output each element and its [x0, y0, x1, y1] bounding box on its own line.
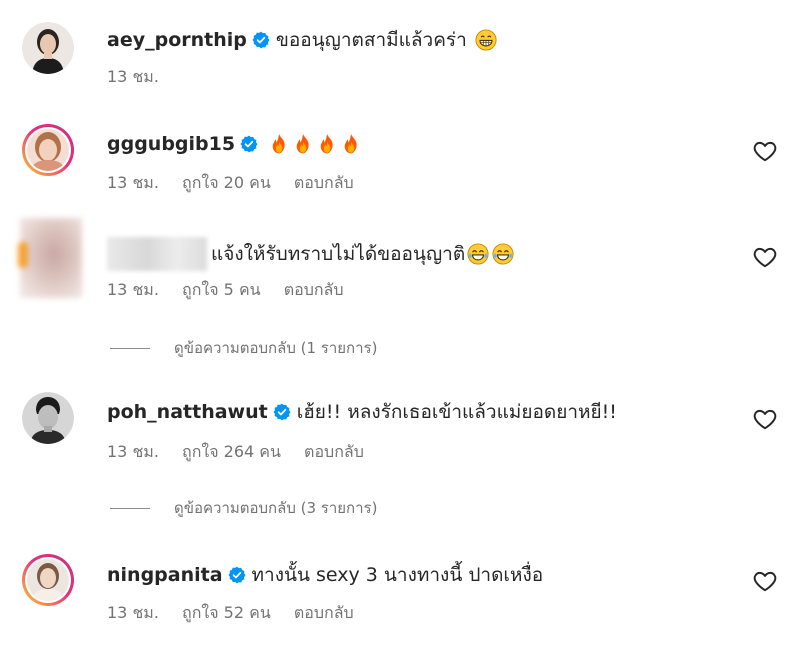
fire-emoji-icon — [292, 133, 314, 155]
fire-emoji-icon — [340, 133, 362, 155]
avatar[interactable] — [22, 22, 74, 74]
divider-dash — [110, 507, 150, 509]
reply-button[interactable]: ตอบกลับ — [294, 173, 354, 192]
comment-text: เฮ้ย!! หลงรักเธอเข้าแล้วแม่ยอดยาหยี!! — [296, 401, 617, 423]
fire-emoji-icon — [268, 133, 290, 155]
avatar[interactable] — [22, 124, 74, 176]
reply-button[interactable]: ตอบกลับ — [294, 603, 354, 622]
username[interactable]: gggubgib15 — [107, 131, 235, 157]
comment-text: แจ้งให้รับทราบไม่ได้ขออนุญาติ — [211, 243, 466, 265]
username[interactable]: aey_pornthip — [107, 27, 247, 53]
view-replies-button[interactable]: ดูข้อความตอบกลับ (3 รายการ) — [110, 498, 377, 518]
like-count[interactable]: ถูกใจ 20 คน — [182, 173, 271, 192]
avatar[interactable] — [18, 218, 82, 298]
comment-time: 13 ชม. — [107, 280, 159, 299]
avatar[interactable] — [22, 392, 74, 444]
view-replies-label: ดูข้อความตอบกลับ (3 รายการ) — [174, 499, 378, 517]
heart-outline-icon[interactable] — [752, 244, 778, 270]
divider-dash — [110, 347, 150, 349]
reply-button[interactable]: ตอบกลับ — [284, 280, 344, 299]
like-count[interactable]: ถูกใจ 52 คน — [182, 603, 271, 622]
verified-badge-icon — [240, 135, 258, 153]
comment-text: ทางนั้น sexy 3 นางทางนี้ ปาดเหงื่อ — [251, 564, 544, 586]
heart-outline-icon[interactable] — [752, 568, 778, 594]
comment-time: 13 ชม. — [107, 442, 159, 461]
comment-text: ขออนุญาตสามีแล้วคร่า — [275, 29, 467, 51]
view-replies-label: ดูข้อความตอบกลับ (1 รายการ) — [174, 339, 378, 357]
reply-button[interactable]: ตอบกลับ — [304, 442, 364, 461]
verified-badge-icon — [228, 566, 246, 584]
comment-time: 13 ชม. — [107, 67, 159, 86]
tears-of-joy-emoji-icon — [492, 243, 514, 265]
heart-outline-icon[interactable] — [752, 406, 778, 432]
verified-badge-icon — [252, 31, 270, 49]
verified-badge-icon — [273, 403, 291, 421]
username[interactable]: ningpanita — [107, 562, 223, 588]
username[interactable]: poh_natthawut — [107, 399, 268, 425]
tears-of-joy-emoji-icon — [467, 243, 489, 265]
view-replies-button[interactable]: ดูข้อความตอบกลับ (1 รายการ) — [110, 338, 377, 358]
comment-time: 13 ชม. — [107, 603, 159, 622]
fire-emoji-icon — [316, 133, 338, 155]
avatar[interactable] — [22, 554, 74, 606]
grinning-face-emoji-icon — [475, 29, 497, 51]
heart-outline-icon[interactable] — [752, 138, 778, 164]
like-count[interactable]: ถูกใจ 5 คน — [182, 280, 261, 299]
username-blurred[interactable] — [107, 237, 207, 271]
like-count[interactable]: ถูกใจ 264 คน — [182, 442, 281, 461]
comment-time: 13 ชม. — [107, 173, 159, 192]
